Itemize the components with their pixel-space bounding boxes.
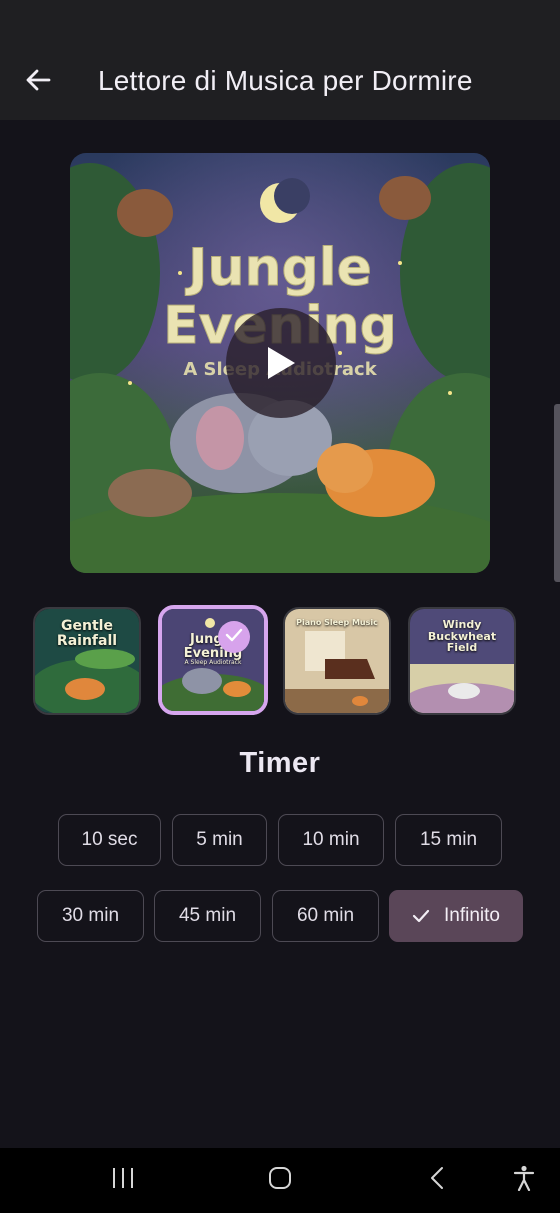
timer-option-15-min[interactable]: 15 min [395,814,502,866]
accessibility-button[interactable] [500,1158,548,1202]
track-title-line1: Piano Sleep Music [296,618,378,627]
back-button[interactable] [18,64,58,100]
track-list: Gentle Rainfall Jungle Evening A Sleep A… [0,605,560,717]
play-icon [264,344,298,382]
track-title-line2: Rainfall [56,632,118,649]
track-title-line1: Gentle [61,618,113,634]
home-button[interactable] [256,1158,304,1202]
timer-option-45-min[interactable]: 45 min [154,890,261,942]
system-nav-bar [0,1148,560,1213]
timer-option-30-min[interactable]: 30 min [37,890,144,942]
check-icon [412,909,430,923]
timer-option-label: 30 min [61,905,120,926]
chevron-left-icon [429,1166,445,1195]
timer-option-label: 60 min [296,905,355,926]
timer-option-label: 10 min [302,829,360,850]
status-bar [0,0,560,44]
track-subtitle: A Sleep Audiotrack [184,659,242,667]
timer-option-10-min[interactable]: 10 min [278,814,384,866]
track-title-line1: Windy [442,618,482,631]
timer-title: Timer [239,747,321,779]
timer-option-label: Infinito [444,905,500,926]
timer-option-label: 5 min [196,829,243,850]
track-jungle-evening[interactable]: Jungle Evening A Sleep Audiotrack [158,605,268,715]
selected-badge [218,621,250,653]
timer-option-label: 10 sec [81,829,138,850]
scrollbar[interactable] [554,404,560,582]
recent-apps-icon [111,1167,135,1194]
track-title-line3: Field [446,641,478,655]
accessibility-icon [513,1165,535,1196]
album-cover: Jungle Evening A Sleep Audiotrack [70,153,490,573]
track-gentle-rainfall[interactable]: Gentle Rainfall [33,607,141,715]
page-title: Lettore di Musica per Dormire [98,65,473,96]
timer-option-label: 15 min [419,829,478,850]
track-windy-buckwheat-field[interactable]: Windy Buckwheat Field [408,607,516,715]
nav-back-button[interactable] [413,1158,461,1202]
timer-option-60-min[interactable]: 60 min [272,890,379,942]
timer-option-10-sec[interactable]: 10 sec [58,814,161,866]
app-bar: Lettore di Musica per Dormire [0,44,560,120]
cover-title-line1: Jungle [185,238,372,298]
track-piano-sleep-music[interactable]: Piano Sleep Music [283,607,391,715]
timer-option-5-min[interactable]: 5 min [172,814,267,866]
home-icon [268,1166,292,1195]
timer-option-label: 45 min [178,905,237,926]
arrow-left-icon [25,68,51,97]
recent-apps-button[interactable] [99,1158,147,1202]
timer-option-infinito[interactable]: Infinito [389,890,523,942]
play-button[interactable] [226,308,336,418]
check-icon [225,628,243,647]
